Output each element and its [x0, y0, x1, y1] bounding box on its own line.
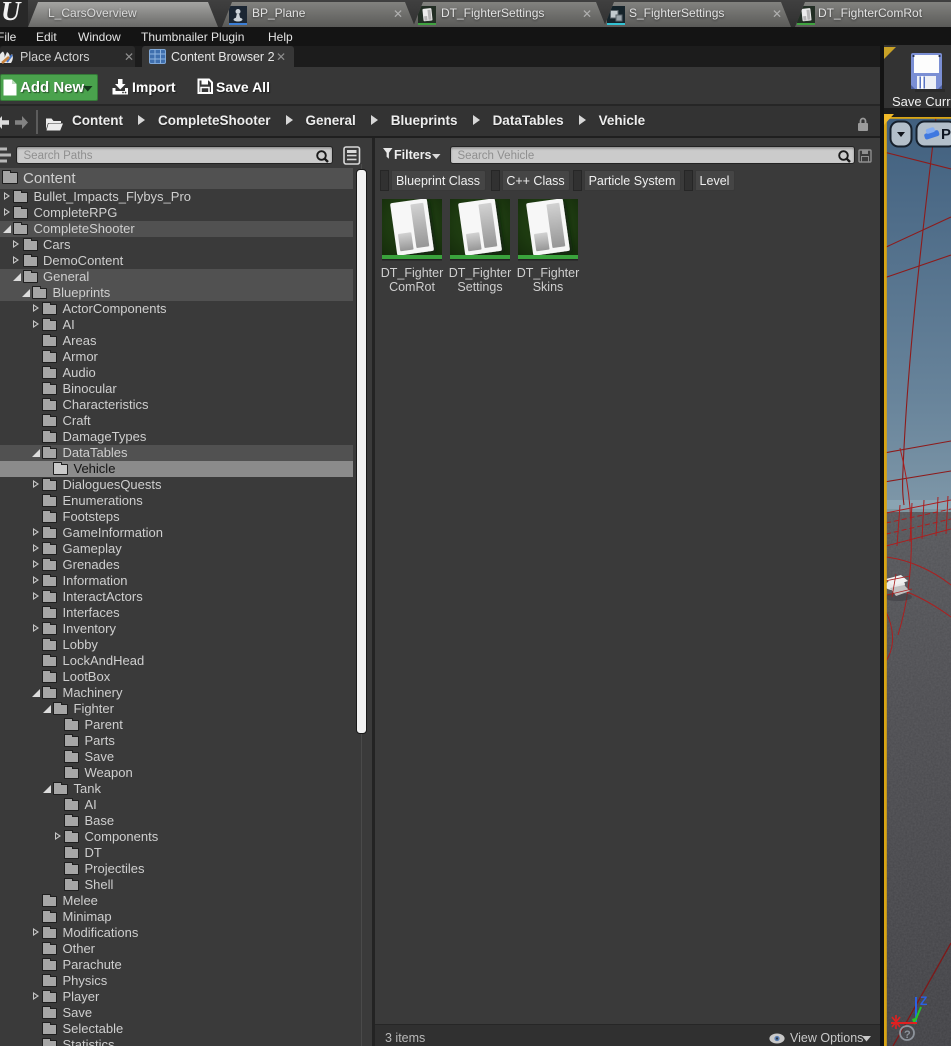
- svg-text:?: ?: [904, 1029, 911, 1041]
- svg-text:Save Curre: Save Curre: [892, 94, 951, 109]
- svg-text:Z: Z: [920, 994, 927, 1008]
- svg-text:P: P: [941, 126, 951, 143]
